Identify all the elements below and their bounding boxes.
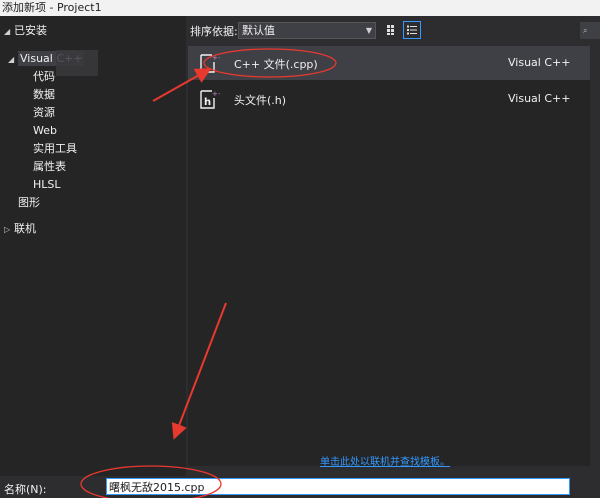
tree-node-web[interactable]: Web — [33, 122, 57, 140]
tree-node-resources[interactable]: 资源 — [33, 104, 55, 122]
template-list[interactable]: ++ C++ 文件(.cpp) Visual C++ h ++ 头文件(.h) … — [188, 46, 590, 466]
tree-node-utilities-label: 实用工具 — [33, 142, 77, 155]
tree-node-resources-label: 资源 — [33, 106, 55, 119]
tree-node-graphics[interactable]: 图形 — [18, 194, 40, 212]
name-input[interactable] — [106, 478, 570, 495]
template-category-tree[interactable]: ◢ 已安装 ◢ Visual C++ 代码 数据 资源 Web 实用工具 属性表 H… — [0, 16, 186, 476]
search-icon: ⌕ — [583, 26, 588, 35]
name-label: 名称(N): — [4, 483, 47, 496]
name-bar: 名称(N): — [0, 476, 600, 498]
find-templates-online-link[interactable]: 单击此处以联机并查找模板。 — [320, 453, 450, 468]
template-language: Visual C++ — [508, 56, 571, 69]
view-small-icons-button[interactable] — [383, 21, 401, 39]
expanded-arrow-icon[interactable]: ◢ — [8, 51, 18, 69]
template-row-header[interactable]: h ++ 头文件(.h) Visual C++ — [188, 82, 590, 116]
tree-node-installed-label: 已安装 — [14, 24, 47, 37]
tree-node-online-label: 联机 — [14, 222, 36, 235]
collapsed-arrow-icon[interactable]: ▷ — [4, 221, 14, 239]
svg-text:++: ++ — [212, 90, 220, 98]
tree-node-hlsl-label: HLSL — [33, 178, 61, 191]
toolbar: 排序依据: 默认值 ▼ ⌕ — [186, 16, 600, 44]
expanded-arrow-icon[interactable]: ◢ — [4, 23, 14, 41]
template-name: C++ 文件(.cpp) — [234, 58, 318, 71]
drag-ghost — [56, 50, 98, 76]
tree-node-graphics-label: 图形 — [18, 196, 40, 209]
svg-text:++: ++ — [212, 54, 220, 62]
header-file-icon: h ++ — [200, 90, 220, 109]
sort-dropdown[interactable]: 默认值 ▼ — [238, 22, 376, 39]
tree-node-online[interactable]: ▷ 联机 — [4, 220, 36, 238]
svg-text:h: h — [204, 97, 211, 108]
tree-node-web-label: Web — [33, 124, 57, 137]
search-installed-input[interactable]: ⌕ — [580, 22, 600, 39]
tree-node-hlsl[interactable]: HLSL — [33, 176, 61, 194]
window-title: 添加新项 - Project1 — [0, 0, 600, 16]
tree-node-installed[interactable]: ◢ 已安装 — [4, 22, 47, 40]
tree-node-data[interactable]: 数据 — [33, 86, 55, 104]
tree-node-code[interactable]: 代码 — [33, 68, 55, 86]
grid-view-icon — [387, 25, 394, 35]
template-row-cpp[interactable]: ++ C++ 文件(.cpp) Visual C++ — [188, 46, 590, 80]
list-view-icon — [407, 25, 417, 35]
view-details-button[interactable] — [403, 21, 421, 39]
tree-node-code-label: 代码 — [33, 70, 55, 83]
template-language: Visual C++ — [508, 92, 571, 105]
tree-node-property-sheets-label: 属性表 — [33, 160, 66, 173]
tree-node-utilities[interactable]: 实用工具 — [33, 140, 77, 158]
tree-node-data-label: 数据 — [33, 88, 55, 101]
template-name: 头文件(.h) — [234, 94, 287, 107]
sort-label: 排序依据: — [190, 25, 238, 38]
cpp-file-icon: ++ — [200, 54, 220, 73]
sort-dropdown-value: 默认值 — [242, 24, 275, 37]
chevron-down-icon[interactable]: ▼ — [366, 23, 372, 38]
tree-node-property-sheets[interactable]: 属性表 — [33, 158, 66, 176]
